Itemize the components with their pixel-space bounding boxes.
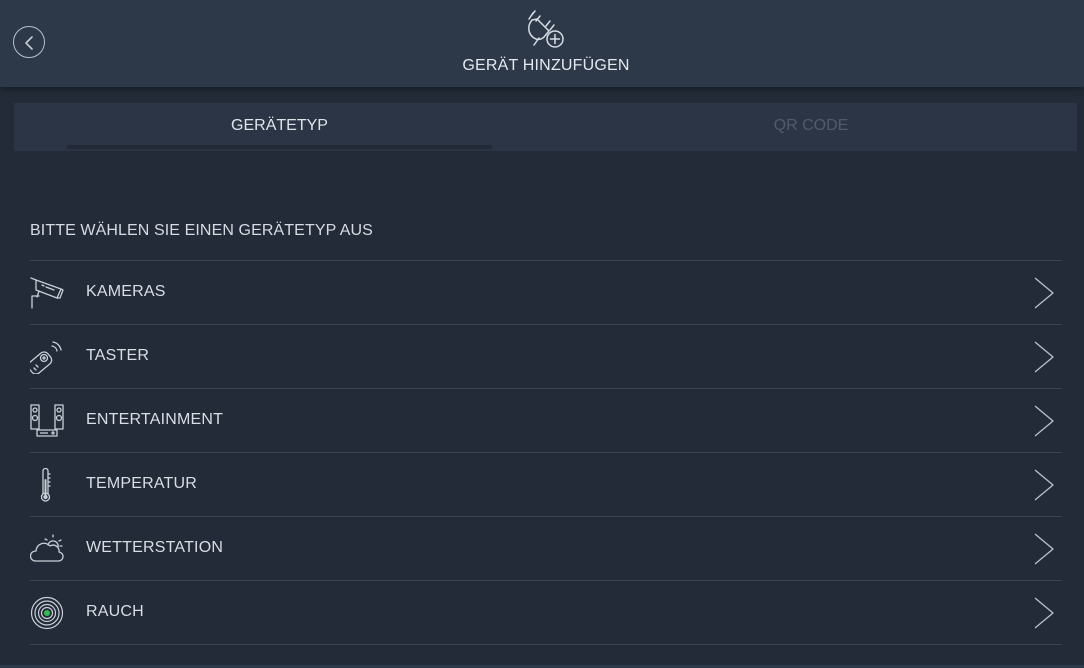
- header-bar: GERÄT HINZUFÜGEN: [0, 0, 1084, 87]
- active-tab-indicator: [67, 145, 492, 149]
- chevron-right-icon: [1034, 533, 1054, 565]
- list-item-buttons[interactable]: TASTER: [30, 324, 1061, 388]
- chevron-left-icon: [25, 36, 33, 50]
- tab-device-type[interactable]: GERÄTETYP: [14, 103, 545, 151]
- back-button[interactable]: [13, 26, 45, 58]
- list-item-label: ENTERTAINMENT: [86, 411, 224, 428]
- list-item-smoke[interactable]: RAUCH: [30, 580, 1061, 645]
- chevron-right-icon: [1034, 277, 1054, 309]
- smoke-detector-icon: [30, 596, 64, 630]
- list-item-temperature[interactable]: TEMPERATUR: [30, 452, 1061, 516]
- list-item-label: KAMERAS: [86, 283, 166, 300]
- chevron-right-icon: [1034, 469, 1054, 501]
- list-item-label: RAUCH: [86, 603, 144, 620]
- camera-icon: [30, 277, 64, 309]
- list-item-entertainment[interactable]: ENTERTAINMENT: [30, 388, 1061, 452]
- chevron-right-icon: [1034, 341, 1054, 373]
- chevron-right-icon: [1034, 597, 1054, 629]
- remote-control-icon: [30, 341, 62, 374]
- weather-icon: [30, 534, 64, 562]
- list-item-cameras[interactable]: KAMERAS: [30, 260, 1061, 324]
- tab-qr-code[interactable]: QR CODE: [545, 103, 1077, 151]
- section-heading: BITTE WÄHLEN SIE EINEN GERÄTETYP AUS: [30, 222, 373, 239]
- list-item-label: TASTER: [86, 347, 150, 364]
- list-item-label: WETTERSTATION: [86, 539, 224, 556]
- list-item-label: TEMPERATUR: [86, 475, 198, 492]
- list-item-weather-station[interactable]: WETTERSTATION: [30, 516, 1061, 580]
- speakers-icon: [30, 404, 64, 437]
- page-title: GERÄT HINZUFÜGEN: [462, 57, 630, 74]
- device-type-list: KAMERAS TASTER ENTERTAINMENT TEMPERATUR …: [30, 260, 1061, 645]
- thermometer-icon: [40, 468, 51, 502]
- tab-bar: GERÄTETYP QR CODE: [14, 103, 1077, 151]
- plug-add-icon: [528, 10, 564, 48]
- chevron-right-icon: [1034, 405, 1054, 437]
